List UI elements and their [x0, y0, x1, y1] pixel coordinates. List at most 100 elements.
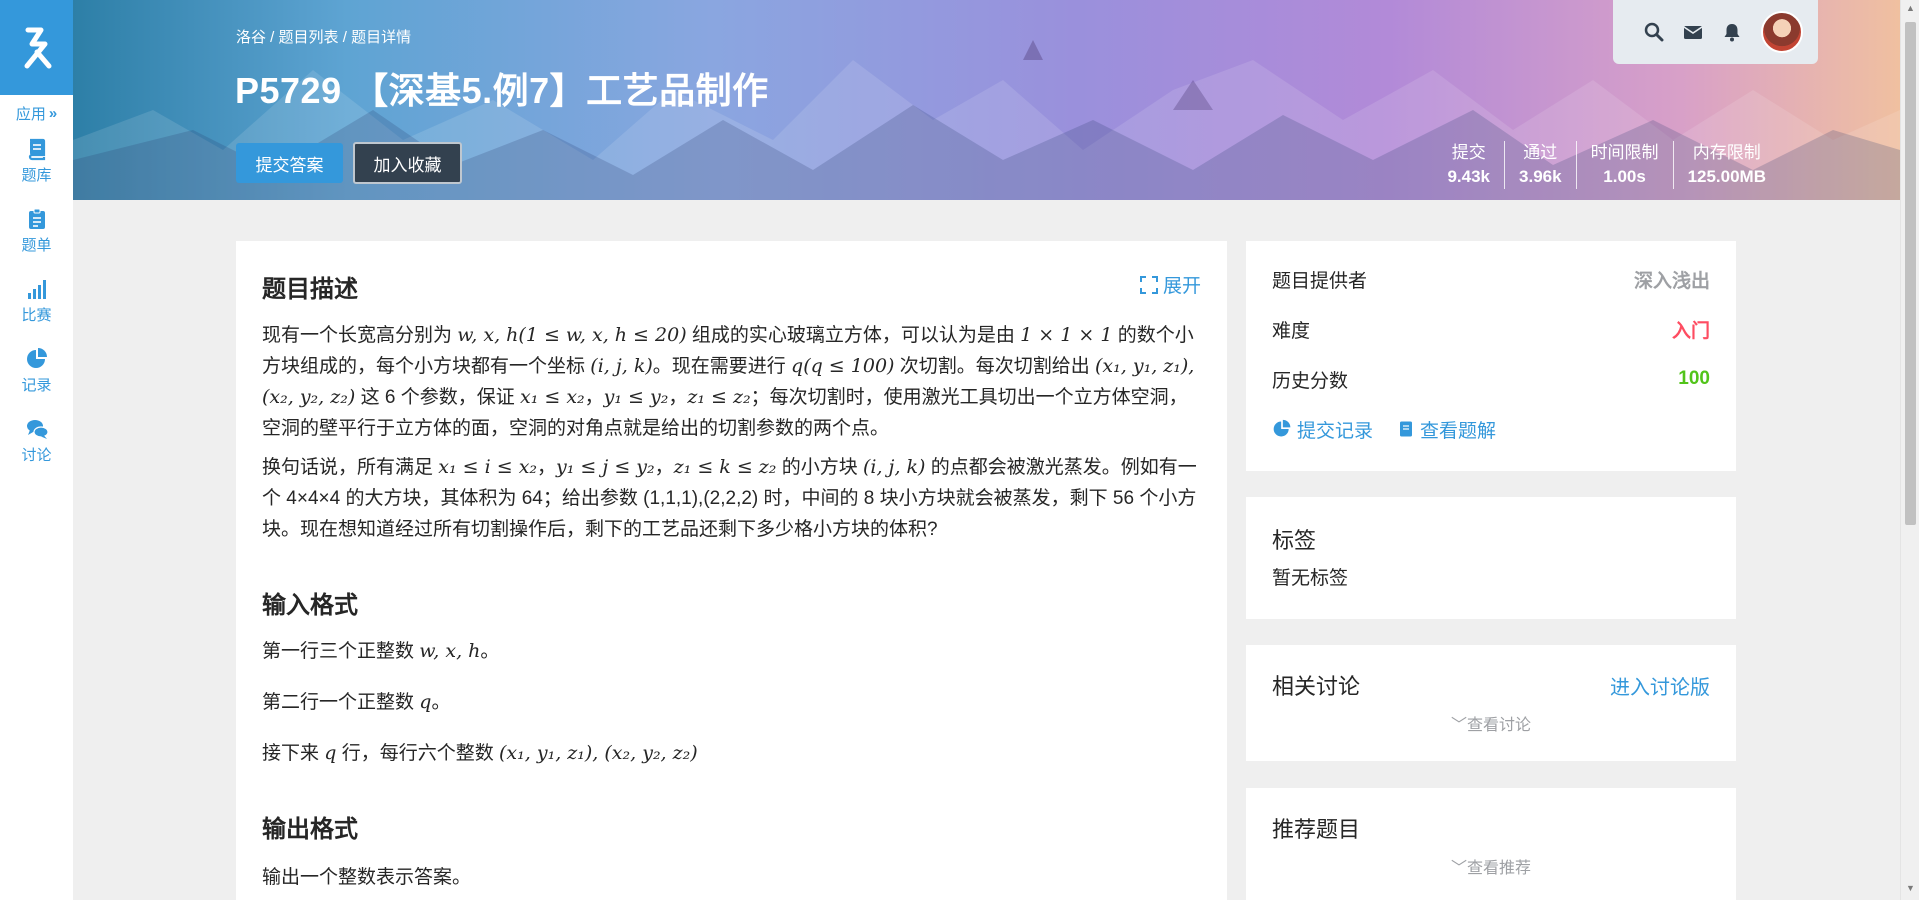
history-score-value: 100	[1678, 368, 1710, 389]
page-title: P5729 【深基5.例7】工艺品制作	[235, 70, 769, 111]
text-segment: 。现在需要进行	[652, 356, 792, 377]
book-icon	[1400, 421, 1413, 437]
pie-chart-icon	[26, 348, 47, 368]
tags-empty-text: 暂无标签	[1272, 568, 1349, 589]
sidebar-item-problems[interactable]: 题库	[0, 126, 73, 196]
view-discussion-toggle[interactable]: ﹀查看讨论	[1272, 711, 1710, 735]
user-avatar[interactable]	[1761, 11, 1803, 53]
pie-chart-icon	[1273, 419, 1291, 437]
text-segment: ，	[654, 457, 674, 478]
chevron-down-icon: ﹀	[1450, 717, 1467, 734]
problem-stats: 提交 9.43k 通过 3.96k 时间限制 1.00s 内存限制 125.00…	[1433, 141, 1780, 189]
stat-label: 提交	[1451, 143, 1486, 162]
problem-info-card: 题目提供者 深入浅出 难度 入门 历史分数 100 提交记录 查看题解	[1246, 241, 1736, 471]
breadcrumb-separator: /	[338, 29, 352, 46]
breadcrumb-problem-list[interactable]: 题目列表	[279, 29, 339, 46]
text-segment: 第一行三个正整数	[262, 641, 420, 662]
double-chevron-right-icon: »	[48, 104, 58, 122]
info-links-row: 提交记录 查看题解	[1246, 404, 1736, 454]
math-expression: x₁ ≤ x₂	[519, 386, 585, 408]
description-paragraph: 换句话说，所有满足 x₁ ≤ i ≤ x₂，y₁ ≤ j ≤ y₂，z₁ ≤ k…	[262, 452, 1201, 545]
sidebar-item-discuss[interactable]: 讨论	[0, 406, 73, 476]
stat-label: 内存限制	[1692, 143, 1761, 162]
sidebar-item-label: 比赛	[21, 307, 52, 324]
sidebar-item-records[interactable]: 记录	[0, 336, 73, 406]
stat-label: 通过	[1523, 143, 1558, 162]
math-expression: q	[419, 691, 432, 713]
input-format-title: 输入格式	[262, 592, 358, 619]
breadcrumb-current: 题目详情	[351, 29, 412, 46]
expand-icon	[1139, 275, 1158, 294]
stat-submissions: 提交 9.43k	[1433, 141, 1504, 189]
math-expression: y₁ ≤ j ≤ y₂	[556, 456, 655, 478]
stat-memory-limit: 内存限制 125.00MB	[1672, 141, 1780, 189]
output-format-line: 输出一个整数表示答案。	[262, 867, 472, 888]
math-expression: (i, j, k)	[862, 456, 926, 478]
text-segment: 现有一个长宽高分别为	[262, 325, 458, 346]
page-scrollbar[interactable]: ▲ ▼	[1900, 0, 1919, 900]
input-format-line: 第一行三个正整数 w, x, h。	[262, 636, 1201, 667]
stat-time-limit: 时间限制 1.00s	[1575, 141, 1673, 189]
bell-icon[interactable]	[1722, 22, 1742, 42]
math-expression: w, x, h	[419, 640, 481, 662]
chevron-down-icon: ﹀	[1450, 860, 1467, 877]
stat-value: 9.43k	[1447, 167, 1491, 186]
math-expression: (i, j, k)	[590, 355, 653, 377]
sidebar-item-label: 讨论	[21, 447, 52, 464]
comments-icon	[26, 420, 49, 439]
description-title: 题目描述	[262, 276, 358, 303]
search-icon[interactable]	[1644, 22, 1664, 42]
add-favorite-button[interactable]: 加入收藏	[353, 142, 462, 184]
discussion-card: 相关讨论 进入讨论版 ﹀查看讨论	[1246, 645, 1736, 761]
math-expression: x₁ ≤ i ≤ x₂	[438, 456, 538, 478]
breadcrumb-separator: /	[266, 29, 279, 46]
book-icon	[28, 138, 45, 161]
luogu-logo-icon	[24, 27, 51, 68]
recommend-card: 推荐题目 ﹀查看推荐	[1246, 788, 1736, 900]
view-solutions-link[interactable]: 查看题解	[1397, 416, 1496, 443]
math-expression: q(q ≤ 100)	[791, 355, 895, 377]
submission-records-link[interactable]: 提交记录	[1272, 416, 1373, 443]
text-segment: ，	[584, 387, 604, 408]
output-format-title: 输出格式	[262, 816, 358, 843]
expand-button[interactable]: 展开	[1139, 271, 1201, 298]
text-segment: ，	[537, 457, 557, 478]
history-score-row: 历史分数 100	[1246, 354, 1736, 404]
difficulty-row: 难度 入门	[1246, 304, 1736, 354]
sidebar-item-contest[interactable]: 比赛	[0, 266, 73, 336]
envelope-icon[interactable]	[1683, 22, 1703, 42]
enter-discussion-link[interactable]: 进入讨论版	[1610, 671, 1710, 700]
submit-answer-button[interactable]: 提交答案	[236, 143, 343, 183]
scrollbar-thumb[interactable]	[1905, 22, 1916, 525]
scroll-up-arrow-icon[interactable]: ▲	[1905, 3, 1916, 17]
difficulty-badge: 入门	[1671, 320, 1710, 342]
text-segment: 。	[431, 692, 451, 713]
clipboard-list-icon	[28, 208, 45, 229]
submission-records-label: 提交记录	[1297, 420, 1374, 442]
math-expression: 1 × 1 × 1	[1020, 324, 1113, 346]
sidebar-item-label: 记录	[21, 377, 52, 394]
provider-value[interactable]: 深入浅出	[1634, 266, 1710, 293]
apps-menu-button[interactable]: 应用 »	[0, 100, 73, 126]
view-recommend-toggle[interactable]: ﹀查看推荐	[1272, 854, 1710, 878]
stat-value: 1.00s	[1603, 167, 1646, 186]
math-expression: y₁ ≤ y₂	[603, 386, 669, 408]
tags-title: 标签	[1272, 528, 1317, 553]
math-expression: z₁ ≤ k ≤ z₂	[673, 456, 777, 478]
scroll-down-arrow-icon[interactable]: ▼	[1905, 883, 1916, 897]
sidebar-item-label: 题库	[21, 167, 52, 184]
stat-accepted: 通过 3.96k	[1504, 141, 1576, 189]
text-segment: 的小方块	[776, 457, 863, 478]
view-solutions-label: 查看题解	[1420, 420, 1497, 442]
recommend-title: 推荐题目	[1272, 817, 1361, 842]
text-segment: 接下来	[262, 743, 325, 764]
luogu-logo[interactable]	[0, 0, 73, 95]
view-recommend-label: 查看推荐	[1467, 860, 1532, 877]
sidebar-item-training[interactable]: 题单	[0, 196, 73, 266]
difficulty-label: 难度	[1272, 320, 1311, 342]
text-segment: 这 6 个参数，保证	[355, 387, 520, 408]
apps-label: 应用	[15, 105, 46, 123]
text-segment: ，	[668, 387, 688, 408]
math-expression: q	[324, 742, 337, 764]
breadcrumb-home[interactable]: 洛谷	[236, 29, 266, 46]
